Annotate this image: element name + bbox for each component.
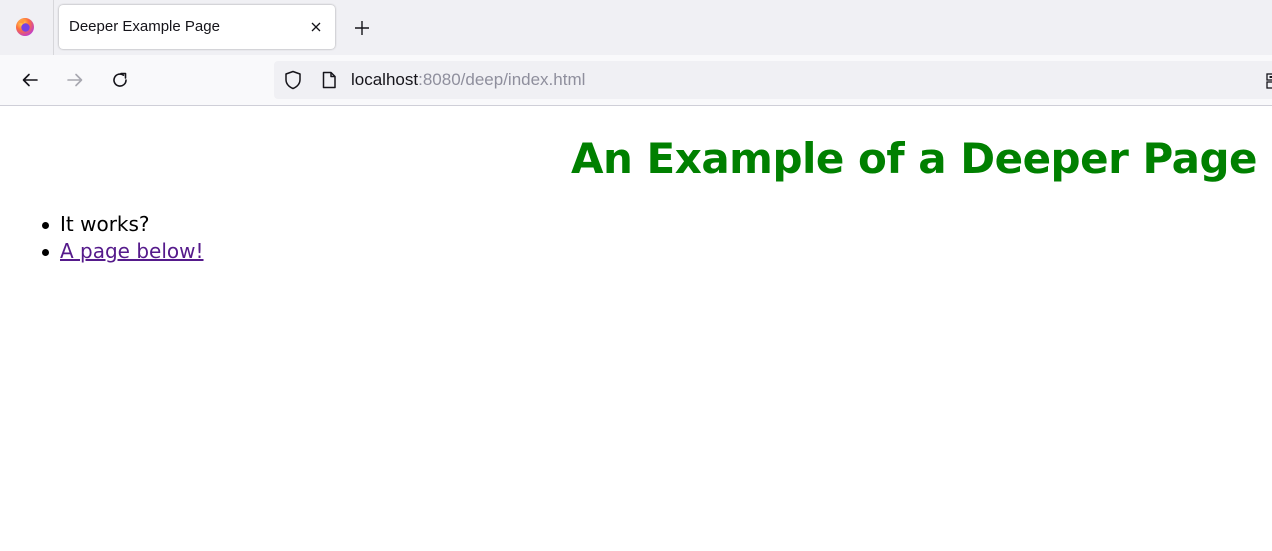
- page-icon[interactable]: [318, 69, 340, 91]
- list-item-text: It works?: [60, 212, 150, 236]
- bullet-icon: [42, 222, 49, 229]
- url-host: localhost: [351, 70, 419, 89]
- close-icon[interactable]: [305, 16, 327, 38]
- forward-arrow-icon: [67, 73, 83, 87]
- tab-strip-divider: [53, 0, 54, 55]
- forward-button[interactable]: [59, 64, 91, 96]
- tab-title: Deeper Example Page: [69, 18, 220, 35]
- page-list: It works? A page below!: [42, 211, 204, 265]
- tab-strip: Deeper Example Page: [0, 0, 1272, 55]
- url-path: :8080/deep/index.html: [418, 70, 586, 89]
- nav-bar: localhost:8080/deep/index.html: [0, 55, 1272, 106]
- firefox-icon[interactable]: [8, 10, 42, 44]
- reload-icon: [113, 72, 127, 87]
- new-tab-button[interactable]: [346, 12, 378, 44]
- back-arrow-icon: [22, 73, 38, 87]
- bullet-icon: [42, 249, 49, 256]
- shield-icon[interactable]: [282, 69, 304, 91]
- page-content: An Example of a Deeper Page It works? A …: [0, 106, 1272, 551]
- list-item: A page below!: [42, 238, 204, 265]
- page-heading: An Example of a Deeper Page: [571, 134, 1257, 183]
- reload-button[interactable]: [104, 64, 136, 96]
- url-text[interactable]: localhost:8080/deep/index.html: [351, 70, 585, 90]
- qr-code-icon[interactable]: [1264, 73, 1272, 89]
- browser-window: Deeper Example Page localhost:8080/deep/…: [0, 0, 1272, 551]
- list-item: It works?: [42, 211, 204, 238]
- page-below-link[interactable]: A page below!: [60, 239, 204, 263]
- tab-active[interactable]: Deeper Example Page: [59, 5, 335, 49]
- plus-icon: [355, 21, 369, 35]
- url-bar[interactable]: localhost:8080/deep/index.html: [274, 61, 1272, 99]
- back-button[interactable]: [14, 64, 46, 96]
